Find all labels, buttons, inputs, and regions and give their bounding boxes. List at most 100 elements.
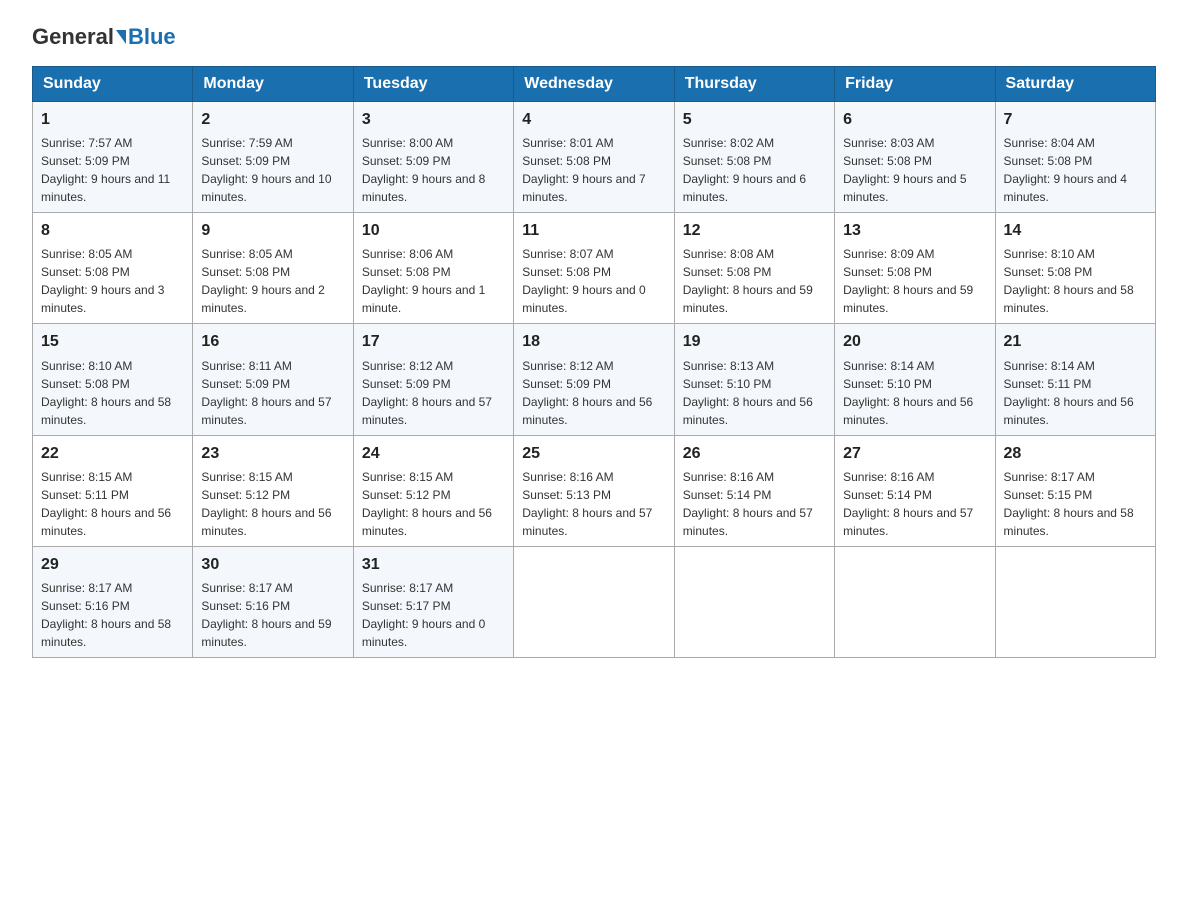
- calendar-cell: 13 Sunrise: 8:09 AMSunset: 5:08 PMDayligh…: [835, 213, 995, 324]
- calendar-week-row: 22Sunrise: 8:15 AMSunset: 5:11 PMDayligh…: [33, 435, 1156, 546]
- day-number: 7: [1004, 108, 1147, 131]
- calendar-cell: 18Sunrise: 8:12 AMSunset: 5:09 PMDayligh…: [514, 324, 674, 435]
- calendar-cell: 29 Sunrise: 8:17 AMSunset: 5:16 PMDayligh…: [33, 546, 193, 657]
- calendar-cell: 11 Sunrise: 8:07 AMSunset: 5:08 PMDayligh…: [514, 213, 674, 324]
- day-info: Sunrise: 8:01 AMSunset: 5:08 PMDaylight:…: [522, 134, 665, 206]
- day-number: 26: [683, 442, 826, 465]
- day-number: 12: [683, 219, 826, 242]
- calendar-cell: 22Sunrise: 8:15 AMSunset: 5:11 PMDayligh…: [33, 435, 193, 546]
- calendar-table: SundayMondayTuesdayWednesdayThursdayFrid…: [32, 66, 1156, 658]
- day-info: Sunrise: 8:17 AMSunset: 5:16 PMDaylight:…: [201, 579, 344, 651]
- calendar-cell: 14Sunrise: 8:10 AMSunset: 5:08 PMDayligh…: [995, 213, 1155, 324]
- day-info: Sunrise: 8:04 AMSunset: 5:08 PMDaylight:…: [1004, 134, 1147, 206]
- calendar-cell: 5Sunrise: 8:02 AMSunset: 5:08 PMDaylight…: [674, 102, 834, 213]
- calendar-cell: 31 Sunrise: 8:17 AMSunset: 5:17 PMDayligh…: [353, 546, 513, 657]
- day-number: 19: [683, 330, 826, 353]
- day-number: 31: [362, 553, 505, 576]
- day-number: 6: [843, 108, 986, 131]
- day-number: 9: [201, 219, 344, 242]
- calendar-cell: 3 Sunrise: 8:00 AMSunset: 5:09 PMDaylight…: [353, 102, 513, 213]
- day-info: Sunrise: 8:17 AMSunset: 5:17 PMDaylight:…: [362, 579, 505, 651]
- calendar-cell: [995, 546, 1155, 657]
- day-info: Sunrise: 8:06 AMSunset: 5:08 PMDaylight:…: [362, 245, 505, 317]
- day-info: Sunrise: 8:16 AMSunset: 5:14 PMDaylight:…: [683, 468, 826, 540]
- day-number: 15: [41, 330, 184, 353]
- column-header-tuesday: Tuesday: [353, 67, 513, 102]
- calendar-cell: 23Sunrise: 8:15 AMSunset: 5:12 PMDayligh…: [193, 435, 353, 546]
- column-header-wednesday: Wednesday: [514, 67, 674, 102]
- page-header: General Blue: [32, 24, 1156, 50]
- calendar-cell: 4 Sunrise: 8:01 AMSunset: 5:08 PMDaylight…: [514, 102, 674, 213]
- calendar-cell: [835, 546, 995, 657]
- calendar-cell: 9Sunrise: 8:05 AMSunset: 5:08 PMDaylight…: [193, 213, 353, 324]
- day-number: 4: [522, 108, 665, 131]
- day-number: 24: [362, 442, 505, 465]
- day-number: 25: [522, 442, 665, 465]
- day-number: 21: [1004, 330, 1147, 353]
- day-number: 14: [1004, 219, 1147, 242]
- calendar-cell: 16 Sunrise: 8:11 AMSunset: 5:09 PMDayligh…: [193, 324, 353, 435]
- day-info: Sunrise: 8:17 AMSunset: 5:16 PMDaylight:…: [41, 579, 184, 651]
- day-info: Sunrise: 8:02 AMSunset: 5:08 PMDaylight:…: [683, 134, 826, 206]
- day-info: Sunrise: 8:10 AMSunset: 5:08 PMDaylight:…: [41, 357, 184, 429]
- day-info: Sunrise: 8:03 AMSunset: 5:08 PMDaylight:…: [843, 134, 986, 206]
- column-header-friday: Friday: [835, 67, 995, 102]
- day-info: Sunrise: 7:59 AMSunset: 5:09 PMDaylight:…: [201, 134, 344, 206]
- calendar-week-row: 8 Sunrise: 8:05 AMSunset: 5:08 PMDaylight…: [33, 213, 1156, 324]
- day-info: Sunrise: 8:11 AMSunset: 5:09 PMDaylight:…: [201, 357, 344, 429]
- day-info: Sunrise: 8:07 AMSunset: 5:08 PMDaylight:…: [522, 245, 665, 317]
- day-info: Sunrise: 8:14 AMSunset: 5:10 PMDaylight:…: [843, 357, 986, 429]
- column-header-thursday: Thursday: [674, 67, 834, 102]
- calendar-cell: 17 Sunrise: 8:12 AMSunset: 5:09 PMDayligh…: [353, 324, 513, 435]
- calendar-cell: 19 Sunrise: 8:13 AMSunset: 5:10 PMDayligh…: [674, 324, 834, 435]
- calendar-cell: 12 Sunrise: 8:08 AMSunset: 5:08 PMDayligh…: [674, 213, 834, 324]
- day-info: Sunrise: 8:17 AMSunset: 5:15 PMDaylight:…: [1004, 468, 1147, 540]
- calendar-cell: 8 Sunrise: 8:05 AMSunset: 5:08 PMDaylight…: [33, 213, 193, 324]
- column-header-saturday: Saturday: [995, 67, 1155, 102]
- day-info: Sunrise: 8:08 AMSunset: 5:08 PMDaylight:…: [683, 245, 826, 317]
- day-info: Sunrise: 7:57 AMSunset: 5:09 PMDaylight:…: [41, 134, 184, 206]
- day-number: 16: [201, 330, 344, 353]
- day-number: 3: [362, 108, 505, 131]
- day-number: 8: [41, 219, 184, 242]
- day-number: 22: [41, 442, 184, 465]
- calendar-cell: 7 Sunrise: 8:04 AMSunset: 5:08 PMDaylight…: [995, 102, 1155, 213]
- day-number: 29: [41, 553, 184, 576]
- calendar-cell: 27Sunrise: 8:16 AMSunset: 5:14 PMDayligh…: [835, 435, 995, 546]
- calendar-cell: 10 Sunrise: 8:06 AMSunset: 5:08 PMDayligh…: [353, 213, 513, 324]
- logo-triangle-icon: [116, 30, 126, 44]
- day-number: 30: [201, 553, 344, 576]
- day-info: Sunrise: 8:09 AMSunset: 5:08 PMDaylight:…: [843, 245, 986, 317]
- calendar-week-row: 29 Sunrise: 8:17 AMSunset: 5:16 PMDayligh…: [33, 546, 1156, 657]
- calendar-cell: 6 Sunrise: 8:03 AMSunset: 5:08 PMDaylight…: [835, 102, 995, 213]
- day-number: 2: [201, 108, 344, 131]
- calendar-cell: 15 Sunrise: 8:10 AMSunset: 5:08 PMDayligh…: [33, 324, 193, 435]
- calendar-cell: 28 Sunrise: 8:17 AMSunset: 5:15 PMDayligh…: [995, 435, 1155, 546]
- day-info: Sunrise: 8:00 AMSunset: 5:09 PMDaylight:…: [362, 134, 505, 206]
- calendar-header-row: SundayMondayTuesdayWednesdayThursdayFrid…: [33, 67, 1156, 102]
- day-info: Sunrise: 8:13 AMSunset: 5:10 PMDaylight:…: [683, 357, 826, 429]
- calendar-week-row: 15 Sunrise: 8:10 AMSunset: 5:08 PMDayligh…: [33, 324, 1156, 435]
- day-number: 10: [362, 219, 505, 242]
- day-number: 28: [1004, 442, 1147, 465]
- day-info: Sunrise: 8:12 AMSunset: 5:09 PMDaylight:…: [362, 357, 505, 429]
- calendar-cell: 26 Sunrise: 8:16 AMSunset: 5:14 PMDayligh…: [674, 435, 834, 546]
- day-number: 18: [522, 330, 665, 353]
- calendar-cell: [514, 546, 674, 657]
- day-number: 13: [843, 219, 986, 242]
- day-number: 11: [522, 219, 665, 242]
- calendar-cell: [674, 546, 834, 657]
- calendar-cell: 20 Sunrise: 8:14 AMSunset: 5:10 PMDayligh…: [835, 324, 995, 435]
- day-number: 23: [201, 442, 344, 465]
- day-number: 27: [843, 442, 986, 465]
- calendar-cell: 25 Sunrise: 8:16 AMSunset: 5:13 PMDayligh…: [514, 435, 674, 546]
- calendar-cell: 24 Sunrise: 8:15 AMSunset: 5:12 PMDayligh…: [353, 435, 513, 546]
- calendar-week-row: 1Sunrise: 7:57 AMSunset: 5:09 PMDaylight…: [33, 102, 1156, 213]
- day-info: Sunrise: 8:15 AMSunset: 5:12 PMDaylight:…: [362, 468, 505, 540]
- calendar-cell: 21Sunrise: 8:14 AMSunset: 5:11 PMDayligh…: [995, 324, 1155, 435]
- day-info: Sunrise: 8:05 AMSunset: 5:08 PMDaylight:…: [41, 245, 184, 317]
- day-number: 17: [362, 330, 505, 353]
- day-number: 20: [843, 330, 986, 353]
- day-info: Sunrise: 8:16 AMSunset: 5:13 PMDaylight:…: [522, 468, 665, 540]
- logo-blue-text: Blue: [128, 24, 176, 50]
